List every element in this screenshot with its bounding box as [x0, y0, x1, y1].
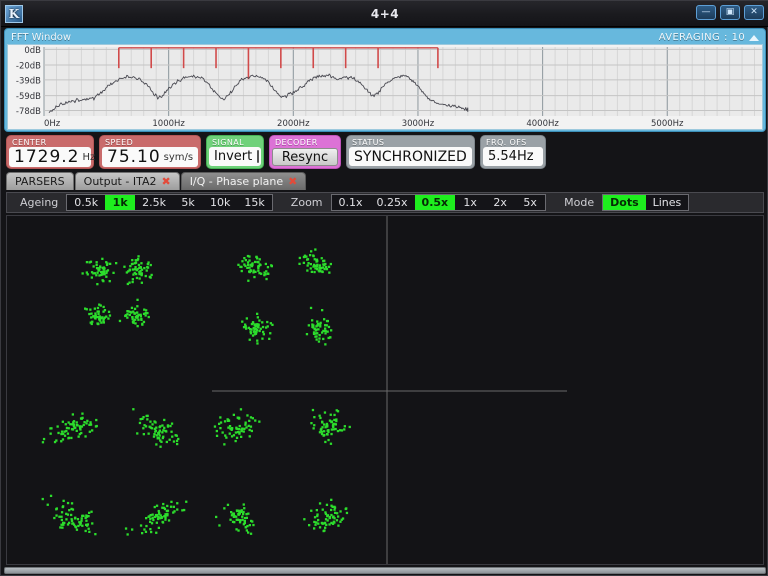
frq-ofs-caption: FRQ. OFS — [482, 137, 544, 147]
tab-output-ita2-close-icon[interactable]: ✖ — [161, 176, 170, 187]
status-caption: STATUS — [348, 137, 473, 147]
decoder-box: DECODER Resync — [269, 135, 341, 169]
collapse-panel-icon[interactable] — [749, 35, 759, 41]
zoom-option-0_1x[interactable]: 0.1x — [332, 195, 370, 210]
minimize-button[interactable]: — — [696, 5, 716, 20]
signal-box: SIGNAL Invert — [206, 135, 264, 169]
ageing-option-0_5k[interactable]: 0.5k — [67, 195, 105, 210]
invert-checkbox[interactable] — [257, 150, 259, 163]
averaging-label: AVERAGING — [659, 32, 720, 43]
fft-y-tick: -39dB — [16, 76, 41, 86]
application-window: K 4+4 — ▣ ✕ FFT Window AVERAGING : 10 0d… — [0, 0, 768, 576]
iq-phase-plane-plot[interactable] — [6, 215, 764, 565]
status-value: SYNCHRONIZED — [354, 149, 467, 165]
speed-box[interactable]: SPEED 75.10 sym/s — [99, 135, 201, 169]
fft-window-panel: FFT Window AVERAGING : 10 0dB -20dB -39dB -… — [4, 28, 766, 132]
tab-iq-phase-plane-label: I/Q - Phase plane — [190, 175, 283, 188]
decoder-caption: DECODER — [271, 137, 339, 147]
plot-toolbar: Ageing 0.5k1k2.5k5k10k15k Zoom 0.1x0.25x… — [6, 192, 764, 213]
fft-averaging-readout: AVERAGING : 10 — [659, 32, 759, 43]
resync-button[interactable]: Resync — [272, 148, 338, 166]
status-box: STATUS SYNCHRONIZED — [346, 135, 475, 169]
ageing-options[interactable]: 0.5k1k2.5k5k10k15k — [66, 194, 273, 211]
speed-value: 75.10 — [107, 147, 161, 167]
tab-parsers[interactable]: PARSERS — [6, 172, 74, 190]
tab-iq-phase-plane-close-icon[interactable]: ✖ — [288, 176, 297, 187]
tab-output-ita2-label: Output - ITA2 — [84, 175, 157, 188]
maximize-button[interactable]: ▣ — [720, 5, 740, 20]
zoom-option-0_5x[interactable]: 0.5x — [415, 195, 456, 210]
tab-output-ita2[interactable]: Output - ITA2 ✖ — [75, 172, 180, 190]
fft-x-tick: 3000Hz — [402, 119, 435, 129]
speed-unit: sym/s — [164, 152, 193, 163]
title-bar: K 4+4 — ▣ ✕ — [1, 1, 768, 27]
status-bar — [4, 567, 766, 574]
window-controls: — ▣ ✕ — [696, 5, 764, 20]
close-button[interactable]: ✕ — [744, 5, 764, 20]
tab-iq-phase-plane[interactable]: I/Q - Phase plane ✖ — [181, 172, 307, 190]
averaging-separator: : — [724, 32, 728, 43]
iq-constellation-svg — [7, 216, 763, 564]
status-readout-row: CENTER 1729.2 Hz SPEED 75.10 sym/s SIGNA… — [4, 135, 766, 169]
ageing-group: Ageing 0.5k1k2.5k5k10k15k — [12, 194, 273, 211]
fft-x-tick: 4000Hz — [526, 119, 559, 129]
status-value-field: SYNCHRONIZED — [349, 147, 472, 166]
fft-y-tick: 0dB — [24, 46, 41, 56]
frq-ofs-value: 5.54Hz — [488, 149, 534, 164]
averaging-value: 10 — [732, 32, 745, 43]
fft-panel-title: FFT Window — [11, 32, 71, 43]
invert-row[interactable]: Invert — [209, 147, 261, 166]
zoom-group: Zoom 0.1x0.25x0.5x1x2x5x — [283, 194, 546, 211]
fft-spectrum-svg: 0dB -20dB -39dB -59dB -78dB0Hz 1000Hz 2000Hz 30… — [8, 45, 763, 129]
center-caption: CENTER — [8, 137, 92, 147]
mode-option-Lines[interactable]: Lines — [646, 195, 689, 210]
fft-spectrum-plot[interactable]: 0dB -20dB -39dB -59dB -78dB0Hz 1000Hz 2000Hz 30… — [7, 44, 763, 130]
fft-y-tick: -59dB — [16, 92, 41, 102]
zoom-option-2x[interactable]: 2x — [485, 195, 515, 210]
tab-bar: PARSERS Output - ITA2 ✖ I/Q - Phase plan… — [6, 171, 306, 190]
frq-ofs-value-field: 5.54Hz — [483, 147, 543, 166]
center-unit: Hz — [82, 152, 95, 163]
mode-option-Dots[interactable]: Dots — [603, 195, 646, 210]
fft-panel-header: FFT Window AVERAGING : 10 — [7, 31, 763, 44]
fft-x-tick: 5000Hz — [651, 119, 684, 129]
tab-parsers-label: PARSERS — [15, 175, 65, 188]
zoom-option-0_25x[interactable]: 0.25x — [370, 195, 415, 210]
speed-value-field: 75.10 sym/s — [102, 147, 198, 167]
ageing-option-5k[interactable]: 5k — [173, 195, 203, 210]
fft-x-tick: 2000Hz — [277, 119, 310, 129]
app-logo-icon: K — [5, 5, 23, 23]
center-value-field: 1729.2 Hz — [9, 147, 91, 167]
zoom-options[interactable]: 0.1x0.25x0.5x1x2x5x — [331, 194, 547, 211]
ageing-label: Ageing — [12, 196, 66, 209]
zoom-option-5x[interactable]: 5x — [515, 195, 545, 210]
fft-x-tick: 1000Hz — [152, 119, 185, 129]
mode-group: Mode DotsLines — [556, 194, 689, 211]
invert-label: Invert — [214, 149, 252, 164]
fft-y-tick: -20dB — [16, 62, 41, 72]
mode-options[interactable]: DotsLines — [602, 194, 689, 211]
ageing-option-15k[interactable]: 15k — [237, 195, 271, 210]
fft-y-tick: -78dB — [16, 107, 41, 117]
fft-x-tick: 0Hz — [44, 119, 61, 129]
signal-caption: SIGNAL — [208, 137, 262, 147]
ageing-option-10k[interactable]: 10k — [203, 195, 237, 210]
ageing-option-2_5k[interactable]: 2.5k — [135, 195, 173, 210]
center-value: 1729.2 — [14, 147, 79, 167]
mode-label: Mode — [556, 196, 602, 209]
speed-caption: SPEED — [101, 137, 199, 147]
zoom-option-1x[interactable]: 1x — [455, 195, 485, 210]
ageing-option-1k[interactable]: 1k — [105, 195, 135, 210]
zoom-label: Zoom — [283, 196, 331, 209]
center-frequency-box[interactable]: CENTER 1729.2 Hz — [6, 135, 94, 169]
frq-ofs-box: FRQ. OFS 5.54Hz — [480, 135, 546, 169]
window-title: 4+4 — [1, 7, 768, 21]
